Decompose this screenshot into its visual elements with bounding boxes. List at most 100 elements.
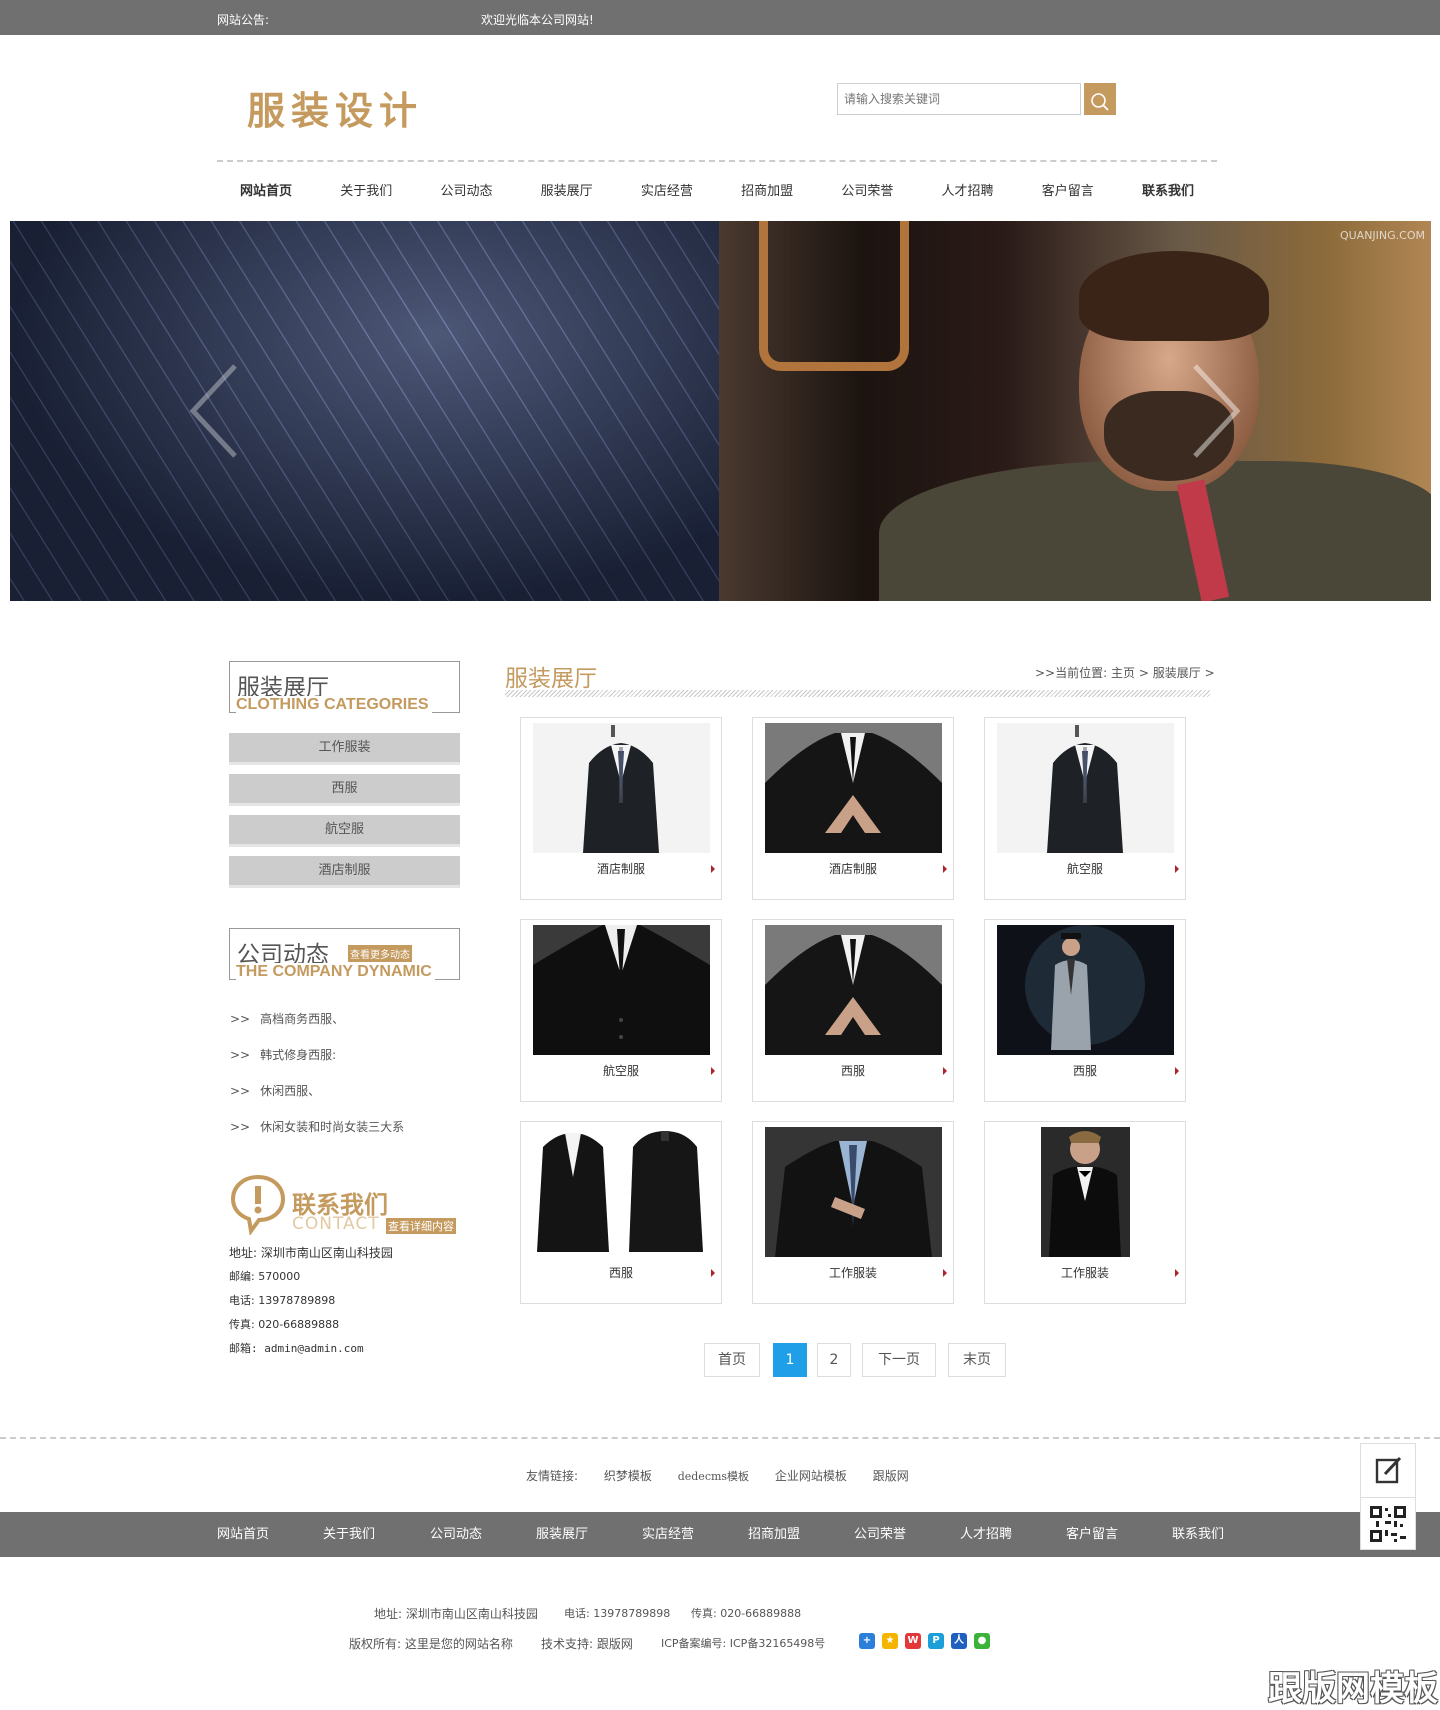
banner-watermark: QUANJING.COM <box>1339 229 1425 242</box>
caret-right-icon <box>711 865 715 873</box>
category-button[interactable]: 西服 <box>229 774 460 806</box>
footer-nav-item[interactable]: 公司动态 <box>430 1512 482 1557</box>
section-divider <box>505 690 1210 697</box>
header-divider <box>217 160 1217 162</box>
friend-links: 友情链接: 织梦模板 dedecms模板 企业网站模板 跟版网 <box>526 1467 931 1484</box>
footer-nav-item[interactable]: 客户留言 <box>1066 1512 1118 1557</box>
tencent-weibo-icon[interactable]: P <box>928 1633 944 1649</box>
friend-link[interactable]: dedecms模板 <box>678 1470 749 1483</box>
category-button[interactable]: 工作服装 <box>229 733 460 765</box>
nav-item-jobs[interactable]: 人才招聘 <box>942 170 994 214</box>
product-image[interactable] <box>533 925 710 1055</box>
friend-link[interactable]: 跟版网 <box>873 1469 909 1483</box>
breadcrumb-current[interactable]: 服装展厅 <box>1153 666 1201 680</box>
footer-nav-item[interactable]: 公司荣誉 <box>854 1512 906 1557</box>
product-image[interactable] <box>765 925 942 1055</box>
product-image[interactable] <box>533 1127 710 1257</box>
contact-more-link[interactable]: 查看详细内容 <box>386 1218 456 1234</box>
wechat-icon[interactable]: ● <box>974 1633 990 1649</box>
footer-nav-item[interactable]: 网站首页 <box>217 1512 269 1557</box>
footer-nav-item[interactable]: 招商加盟 <box>748 1512 800 1557</box>
product-card[interactable]: 酒店制服 <box>752 717 954 900</box>
product-label: 西服 <box>608 1266 633 1280</box>
category-button[interactable]: 航空服 <box>229 815 460 847</box>
breadcrumb-home[interactable]: 主页 <box>1111 666 1135 680</box>
banner-model-image <box>719 221 1431 601</box>
product-image[interactable] <box>997 723 1174 853</box>
section-title: 服装展厅 <box>505 666 597 692</box>
news-item[interactable]: >> 休闲女装和时尚女装三大系 <box>230 1118 404 1135</box>
contact-title-en: CONTACT <box>292 1214 380 1234</box>
pager-last[interactable]: 末页 <box>948 1343 1006 1377</box>
footer-phone: 电话: 13978789898 <box>564 1607 671 1620</box>
product-card[interactable]: 工作服装 <box>752 1121 954 1304</box>
footer-nav-item[interactable]: 关于我们 <box>323 1512 375 1557</box>
news-title-en: THE COMPANY DYNAMIC <box>236 963 435 981</box>
product-card[interactable]: 西服 <box>984 919 1186 1102</box>
product-label: 酒店制服 <box>596 862 645 876</box>
news-title-box: 公司动态 查看更多动态 THE COMPANY DYNAMIC <box>229 928 460 981</box>
product-label: 航空服 <box>1066 862 1103 876</box>
caret-right-icon <box>711 1269 715 1277</box>
site-logo[interactable]: 服装设计 <box>247 80 423 135</box>
double-chevron-icon: >> <box>230 1120 251 1134</box>
banner-next-arrow[interactable] <box>1185 361 1245 461</box>
contact-phone: 电话: 13978789898 <box>229 1294 336 1307</box>
nav-item-stores[interactable]: 实店经营 <box>641 170 693 214</box>
nav-item-home[interactable]: 网站首页 <box>240 170 292 214</box>
watermark-logo: 跟版网模板 <box>1268 1669 1438 1709</box>
notice-text: 欢迎光临本公司网站! <box>481 13 594 27</box>
product-card[interactable]: 西服 <box>752 919 954 1102</box>
banner-prev-arrow[interactable] <box>185 361 245 461</box>
nav-item-guestbook[interactable]: 客户留言 <box>1042 170 1094 214</box>
product-card[interactable]: 航空服 <box>520 919 722 1102</box>
caret-right-icon <box>1175 865 1179 873</box>
nav-item-showroom[interactable]: 服装展厅 <box>541 170 593 214</box>
caret-right-icon <box>711 1067 715 1075</box>
product-image[interactable] <box>997 925 1174 1055</box>
product-image[interactable] <box>765 1127 942 1257</box>
footer-nav-item[interactable]: 人才招聘 <box>960 1512 1012 1557</box>
share-more-icon[interactable]: + <box>859 1633 875 1649</box>
phone-bubble-icon <box>230 1174 286 1235</box>
weibo-icon[interactable]: W <box>905 1633 921 1649</box>
footer-nav-item[interactable]: 实店经营 <box>642 1512 694 1557</box>
product-image[interactable] <box>533 723 710 853</box>
product-card[interactable]: 西服 <box>520 1121 722 1304</box>
qzone-icon[interactable]: ★ <box>882 1633 898 1649</box>
nav-item-news[interactable]: 公司动态 <box>440 170 492 214</box>
product-card[interactable]: 航空服 <box>984 717 1186 900</box>
pager-first[interactable]: 首页 <box>704 1343 760 1377</box>
friend-link[interactable]: 织梦模板 <box>604 1469 652 1483</box>
pager-page-2[interactable]: 2 <box>817 1343 851 1377</box>
double-chevron-icon: >> <box>230 1012 251 1026</box>
product-card[interactable]: 工作服装 <box>984 1121 1186 1304</box>
renren-icon[interactable]: 人 <box>951 1633 967 1649</box>
nav-item-franchise[interactable]: 招商加盟 <box>741 170 793 214</box>
nav-item-honors[interactable]: 公司荣誉 <box>841 170 893 214</box>
footer-icp: ICP备案编号: ICP备32165498号 <box>661 1637 826 1650</box>
product-image[interactable] <box>765 723 942 853</box>
search-input[interactable] <box>837 83 1081 115</box>
footer-nav-item[interactable]: 服装展厅 <box>536 1512 588 1557</box>
feedback-button[interactable] <box>1361 1444 1415 1498</box>
categories-title-en: CLOTHING CATEGORIES <box>236 696 432 714</box>
pager-page-1[interactable]: 1 <box>773 1343 807 1377</box>
news-item[interactable]: >> 韩式修身西服: <box>230 1046 336 1063</box>
product-card[interactable]: 酒店制服 <box>520 717 722 900</box>
search-button[interactable] <box>1084 83 1116 115</box>
footer-nav-item[interactable]: 联系我们 <box>1172 1512 1224 1557</box>
category-button[interactable]: 酒店制服 <box>229 856 460 888</box>
nav-item-about[interactable]: 关于我们 <box>340 170 392 214</box>
qr-code-icon[interactable] <box>1370 1506 1406 1542</box>
news-more-link[interactable]: 查看更多动态 <box>348 945 412 962</box>
news-item[interactable]: >> 高档商务西服、 <box>230 1010 344 1027</box>
nav-item-contact[interactable]: 联系我们 <box>1142 170 1194 214</box>
caret-right-icon <box>1175 1067 1179 1075</box>
friend-link[interactable]: 企业网站模板 <box>775 1469 847 1483</box>
news-item[interactable]: >> 休闲西服、 <box>230 1082 320 1099</box>
notice-label: 网站公告: <box>217 13 270 27</box>
pager-next[interactable]: 下一页 <box>862 1343 936 1377</box>
product-image[interactable] <box>997 1127 1174 1257</box>
banner-fabric-image <box>10 221 719 601</box>
